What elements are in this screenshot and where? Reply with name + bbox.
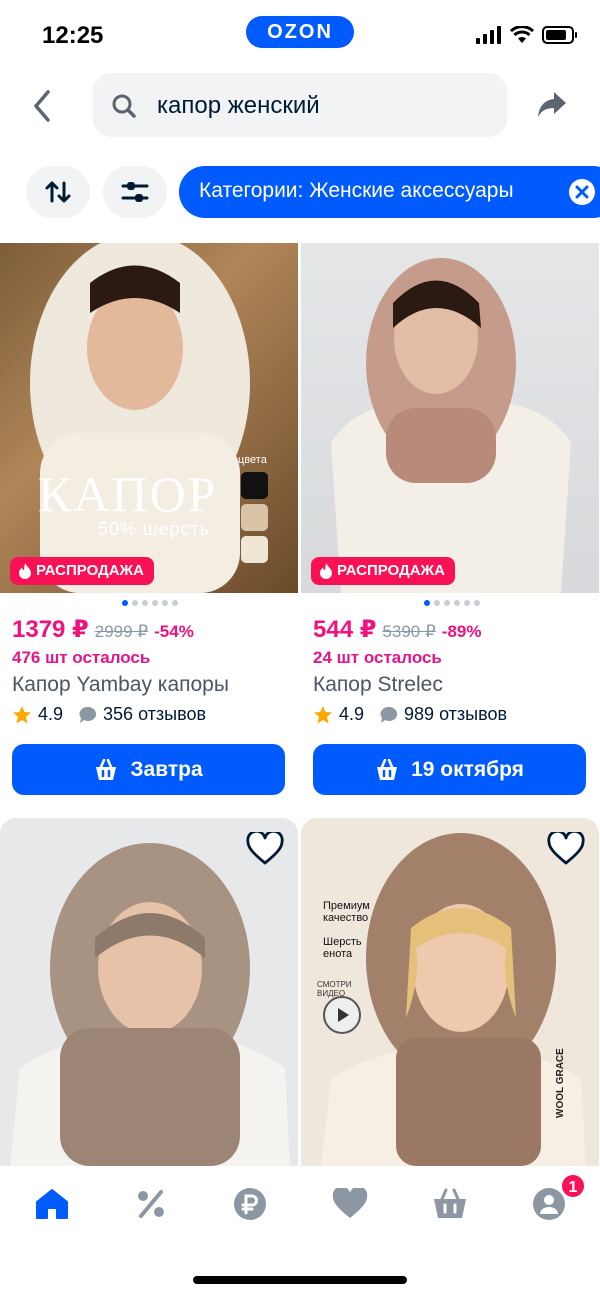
sort-button[interactable]: [26, 166, 90, 218]
product-name[interactable]: Капор Strelec: [313, 673, 443, 697]
home-icon: [36, 1189, 68, 1219]
colors-label: цвета: [238, 454, 267, 466]
battery-icon: [542, 26, 577, 44]
discount: -54%: [154, 622, 194, 641]
product-card[interactable]: Премиум качество Шерсть енота СМОТРИ ВИД…: [301, 818, 599, 1166]
star-icon: [13, 705, 31, 723]
cart-icon: [377, 758, 398, 780]
product-card[interactable]: [0, 818, 298, 1166]
signal-icon: [476, 26, 501, 44]
basket-icon: [434, 1188, 466, 1218]
add-to-cart-button[interactable]: Завтра: [12, 744, 285, 795]
stock-left: 476 шт осталось: [12, 648, 151, 667]
review-icon: [79, 706, 97, 723]
old-price: 2999 ₽: [94, 622, 149, 641]
heart-icon[interactable]: [246, 832, 284, 866]
product-image[interactable]: [301, 243, 599, 593]
back-arrow-icon[interactable]: [28, 88, 60, 124]
search-input[interactable]: капор женский: [93, 73, 507, 137]
review-count: 356 отзывов: [103, 704, 207, 724]
fire-icon: [320, 563, 332, 579]
play-video-button[interactable]: [323, 996, 361, 1034]
profile-notification-badge: 1: [560, 1173, 586, 1199]
filter-button[interactable]: [103, 166, 167, 218]
video-label: СМОТРИ ВИДЕО: [317, 980, 352, 998]
rating-row: 4.9 356 отзывов: [12, 704, 206, 725]
search-icon: [112, 94, 136, 118]
tab-home[interactable]: [32, 1184, 72, 1224]
delivery-date: 19 октября: [411, 757, 524, 781]
delivery-date: Завтра: [130, 757, 203, 781]
discount-icon: [138, 1190, 164, 1218]
status-icons: [476, 26, 578, 44]
rating-row: 4.9 989 отзывов: [313, 704, 507, 725]
fire-icon: [19, 563, 31, 579]
add-to-cart-button[interactable]: 19 октября: [313, 744, 586, 795]
tab-favorites[interactable]: [330, 1184, 370, 1224]
price-row: 1379 ₽ 2999 ₽ -54%: [12, 615, 194, 644]
product-photo: [10, 843, 290, 1166]
play-icon: [338, 1008, 349, 1022]
sale-badge-label: РАСПРОДАЖА: [36, 562, 144, 579]
review-count: 989 отзывов: [404, 704, 508, 724]
color-swatch: [241, 536, 268, 563]
current-price: 544 ₽: [313, 616, 377, 643]
color-swatch: [241, 504, 268, 531]
rating-value: 4.9: [38, 704, 64, 724]
image-badge-fur: Шерсть енота: [323, 936, 362, 960]
product-image[interactable]: [0, 818, 298, 1166]
tab-cart[interactable]: [430, 1184, 470, 1224]
image-headline: КАПОР: [38, 466, 218, 522]
brand-mark: WOOL GRACE: [555, 1048, 566, 1118]
rating-value: 4.9: [339, 704, 365, 724]
sale-badge: РАСПРОДАЖА: [311, 557, 455, 585]
product-image[interactable]: Премиум качество Шерсть енота СМОТРИ ВИД…: [301, 818, 599, 1166]
product-name[interactable]: Капор Yambay капоры: [12, 673, 229, 697]
search-query: капор женский: [157, 92, 320, 119]
favorites-icon: [332, 1188, 368, 1218]
image-pager: [122, 600, 178, 606]
tab-discounts[interactable]: [131, 1184, 171, 1224]
home-indicator[interactable]: [193, 1276, 407, 1284]
filter-icon: [121, 182, 149, 202]
price-row: 544 ₽ 5390 ₽ -89%: [313, 615, 481, 644]
image-badge-premium: Премиум качество: [323, 900, 370, 924]
heart-icon[interactable]: [547, 832, 585, 866]
ozon-logo[interactable]: OZON: [246, 16, 354, 48]
old-price: 5390 ₽: [382, 622, 436, 641]
tab-ozon-card[interactable]: [230, 1184, 270, 1224]
star-icon: [314, 705, 332, 723]
sort-icon: [45, 181, 71, 203]
cart-icon: [96, 758, 117, 780]
wifi-icon: [510, 26, 534, 43]
share-icon[interactable]: [536, 88, 568, 120]
image-subline: 50% шерсть: [98, 519, 211, 539]
color-swatch: [241, 472, 268, 499]
review-icon: [380, 706, 398, 723]
close-icon[interactable]: [569, 179, 595, 205]
current-price: 1379 ₽: [12, 616, 89, 643]
category-chip-label: Категории: Женские аксессуары: [199, 179, 514, 202]
category-filter-chip[interactable]: Категории: Женские аксессуары: [179, 166, 600, 218]
status-time: 12:25: [42, 22, 104, 49]
discount: -89%: [441, 622, 482, 641]
product-photo: [331, 258, 571, 593]
sale-badge-label: РАСПРОДАЖА: [337, 562, 445, 579]
stock-left: 24 шт осталось: [313, 648, 442, 667]
sale-badge: РАСПРОДАЖА: [10, 557, 154, 585]
status-bar: 12:25 OZON: [0, 0, 600, 72]
image-pager: [424, 600, 480, 606]
ruble-icon: [234, 1188, 266, 1220]
product-image[interactable]: КАПОР 50% шерсть цвета: [0, 243, 298, 593]
